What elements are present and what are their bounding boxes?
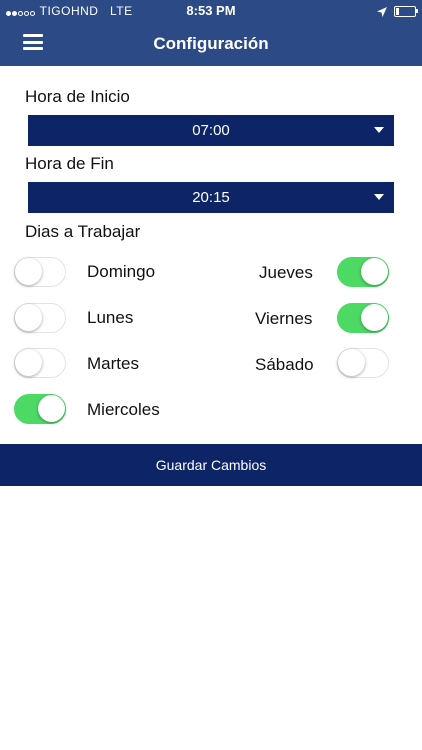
toggle-jueves[interactable] [337,257,389,287]
work-days-label: Dias a Trabajar [25,222,141,241]
start-time-select[interactable]: 07:00 [28,115,394,146]
toggle-sabado[interactable] [337,348,389,378]
day-label-martes: Martes [87,354,139,373]
start-time-value: 07:00 [192,122,230,139]
toggle-martes[interactable] [14,348,66,378]
page-title: Configuración [153,34,269,53]
start-time-label: Hora de Inicio [25,87,130,106]
toggle-lunes[interactable] [14,303,66,333]
toggle-viernes[interactable] [337,303,389,333]
end-time-value: 20:15 [192,189,230,206]
location-arrow-icon [376,6,387,17]
toggle-miercoles[interactable] [14,394,66,424]
battery-icon [394,6,418,18]
day-label-sabado: Sábado [255,355,314,374]
day-label-domingo: Domingo [87,262,156,281]
save-button[interactable]: Guardar Cambios [0,444,422,486]
navigation-bar: TIGOHND LTE 8:53 PM Configuración [0,0,422,66]
toggle-domingo[interactable] [14,257,66,287]
status-right [376,4,418,18]
day-label-viernes: Viernes [255,309,313,328]
dropdown-arrow-icon [374,127,384,133]
day-label-jueves: Jueves [259,263,313,282]
dropdown-arrow-icon [374,194,384,200]
end-time-select[interactable]: 20:15 [28,182,394,213]
status-bar: TIGOHND LTE 8:53 PM [0,0,422,22]
end-time-label: Hora de Fin [25,154,114,173]
day-label-miercoles: Miercoles [87,400,160,419]
day-label-lunes: Lunes [87,308,134,327]
status-time: 8:53 PM [186,3,236,18]
